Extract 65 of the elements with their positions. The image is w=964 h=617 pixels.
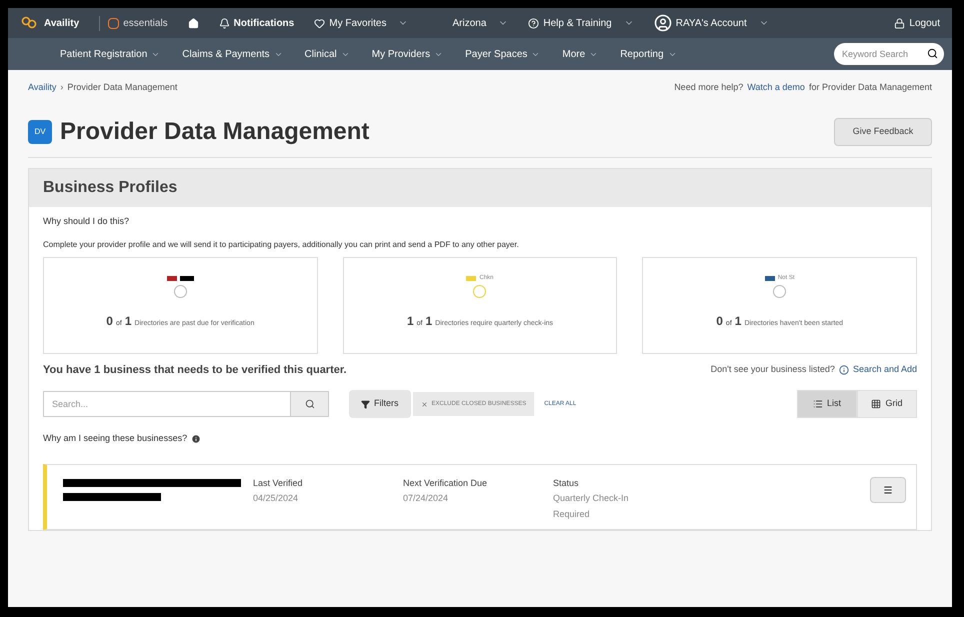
search-and-add-link[interactable]: Search and Add [852,363,917,376]
nav-menu-item[interactable]: Payer Spaces [465,46,528,62]
search-field[interactable]: Search... [43,391,291,417]
top-bar-link[interactable]: Logout [909,16,940,30]
user-icon [654,14,672,32]
grid-icon [871,399,882,409]
column-value: Quarterly Check-In Required [553,492,630,521]
heart-icon [314,18,326,28]
column-label: Last Verified [253,476,304,490]
question-text: Why should I do this? [43,215,130,228]
nav-menu-item[interactable]: Claims & Payments [182,46,270,62]
view-toggle[interactable]: List [797,390,857,418]
count-value: 0 [716,312,723,330]
menu-icon [883,484,893,494]
app-badge: DV [28,120,52,144]
search-icon [304,399,314,409]
column-value: 04/25/2024 [253,492,300,505]
top-bar-link[interactable]: RAYA's Account [676,16,747,30]
count-total: 1 [425,312,432,330]
top-bar-link[interactable]: Arizona [452,16,486,30]
count-value: 0 [106,312,113,330]
essentials-logo[interactable]: essentials [123,16,168,30]
keyword-search-field[interactable]: Keyword Search [834,43,944,65]
brand-name[interactable]: Availity [44,16,80,30]
help-text: Need more help? [674,81,744,94]
count-total: 1 [734,312,742,330]
filter-icon [361,400,370,408]
filters-button[interactable]: Filters [349,390,410,418]
count-value: 1 [406,312,414,330]
nav-menu-item[interactable]: Reporting [620,46,664,62]
info-icon [838,364,849,375]
count-total: 1 [124,312,132,330]
nav-menu-item[interactable]: Clinical [304,46,337,62]
breadcrumb-current: Provider Data Management [67,81,178,94]
nav-menu-item[interactable]: Patient Registration [60,46,148,62]
intro-text: Complete your provider profile and we will send it to participating payers, additionally you can print and send a PDF to any other payer. [43,238,520,250]
column-label: Status [553,476,580,490]
help-text: for Provider Data Management [808,81,932,94]
nav-menu-item[interactable]: My Providers [372,46,430,62]
not-listed-text: Don't see your business listed? [710,363,835,376]
search-icon[interactable] [927,48,938,59]
redaction-mark [180,276,194,281]
panel-title: Business Profiles [43,178,178,198]
top-bar-link[interactable]: Help & Training [543,16,612,30]
top-bar-link[interactable]: Notifications [234,16,294,30]
bell-icon [218,18,230,28]
view-toggle[interactable]: Grid [857,390,917,418]
page-title: Provider Data Management [60,116,370,146]
home-icon[interactable] [188,18,199,28]
menu-button[interactable] [870,476,906,502]
help-icon [528,18,540,28]
column-label: Next Verification Due [403,476,488,490]
breadcrumb-link[interactable]: Availity [28,81,56,95]
top-bar-link[interactable]: My Favorites [329,16,386,30]
why-text: Why am I seeing these businesses? [43,432,188,445]
demo-link[interactable]: Watch a demo [747,81,805,95]
breadcrumb-separator: › [60,81,64,94]
give-feedback-button[interactable]: Give Feedback [834,118,932,146]
column-value: 07/24/2024 [403,492,450,505]
close-icon[interactable] [420,400,428,408]
essentials-icon [108,18,120,28]
lock-icon [894,18,906,28]
nav-menu-item[interactable]: More [562,46,586,62]
summary-text: You have 1 business that needs to be verified this quarter. [43,362,347,378]
info-icon[interactable] [191,434,202,444]
